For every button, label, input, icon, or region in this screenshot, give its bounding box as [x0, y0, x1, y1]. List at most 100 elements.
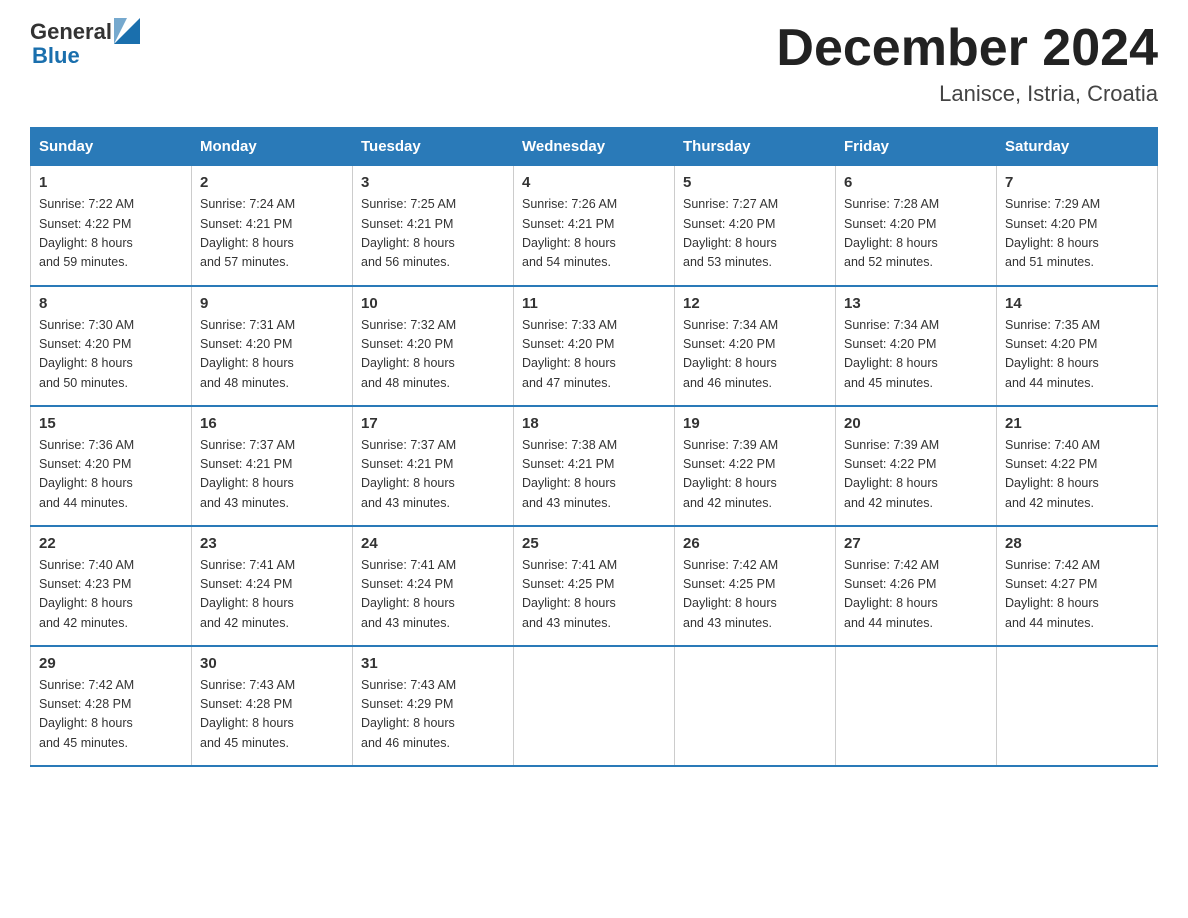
- weekday-header-saturday: Saturday: [997, 128, 1158, 166]
- day-number: 24: [361, 535, 505, 552]
- day-number: 17: [361, 415, 505, 432]
- calendar-cell: 14 Sunrise: 7:35 AM Sunset: 4:20 PM Dayl…: [997, 286, 1158, 406]
- day-info: Sunrise: 7:42 AM Sunset: 4:26 PM Dayligh…: [844, 556, 988, 634]
- day-info: Sunrise: 7:28 AM Sunset: 4:20 PM Dayligh…: [844, 195, 988, 273]
- day-info: Sunrise: 7:29 AM Sunset: 4:20 PM Dayligh…: [1005, 195, 1149, 273]
- calendar-cell: 18 Sunrise: 7:38 AM Sunset: 4:21 PM Dayl…: [514, 406, 675, 526]
- calendar-cell: [836, 646, 997, 766]
- calendar-cell: [997, 646, 1158, 766]
- location-subtitle: Lanisce, Istria, Croatia: [776, 81, 1158, 107]
- calendar-cell: 26 Sunrise: 7:42 AM Sunset: 4:25 PM Dayl…: [675, 526, 836, 646]
- logo-blue-text: Blue: [32, 44, 140, 68]
- weekday-header-friday: Friday: [836, 128, 997, 166]
- day-number: 3: [361, 174, 505, 191]
- calendar-cell: 5 Sunrise: 7:27 AM Sunset: 4:20 PM Dayli…: [675, 166, 836, 286]
- day-number: 19: [683, 415, 827, 432]
- day-info: Sunrise: 7:40 AM Sunset: 4:22 PM Dayligh…: [1005, 436, 1149, 514]
- day-info: Sunrise: 7:36 AM Sunset: 4:20 PM Dayligh…: [39, 436, 183, 514]
- day-info: Sunrise: 7:27 AM Sunset: 4:20 PM Dayligh…: [683, 195, 827, 273]
- calendar-table: SundayMondayTuesdayWednesdayThursdayFrid…: [30, 127, 1158, 767]
- day-info: Sunrise: 7:37 AM Sunset: 4:21 PM Dayligh…: [361, 436, 505, 514]
- logo-icon: [114, 18, 140, 44]
- day-info: Sunrise: 7:38 AM Sunset: 4:21 PM Dayligh…: [522, 436, 666, 514]
- calendar-cell: 20 Sunrise: 7:39 AM Sunset: 4:22 PM Dayl…: [836, 406, 997, 526]
- day-info: Sunrise: 7:37 AM Sunset: 4:21 PM Dayligh…: [200, 436, 344, 514]
- day-info: Sunrise: 7:25 AM Sunset: 4:21 PM Dayligh…: [361, 195, 505, 273]
- day-info: Sunrise: 7:41 AM Sunset: 4:25 PM Dayligh…: [522, 556, 666, 634]
- day-number: 14: [1005, 295, 1149, 312]
- title-block: December 2024 Lanisce, Istria, Croatia: [776, 20, 1158, 107]
- calendar-cell: 19 Sunrise: 7:39 AM Sunset: 4:22 PM Dayl…: [675, 406, 836, 526]
- day-info: Sunrise: 7:34 AM Sunset: 4:20 PM Dayligh…: [844, 316, 988, 394]
- calendar-cell: 8 Sunrise: 7:30 AM Sunset: 4:20 PM Dayli…: [31, 286, 192, 406]
- day-info: Sunrise: 7:43 AM Sunset: 4:28 PM Dayligh…: [200, 676, 344, 754]
- calendar-week-row: 8 Sunrise: 7:30 AM Sunset: 4:20 PM Dayli…: [31, 286, 1158, 406]
- day-number: 6: [844, 174, 988, 191]
- weekday-header-thursday: Thursday: [675, 128, 836, 166]
- day-info: Sunrise: 7:41 AM Sunset: 4:24 PM Dayligh…: [200, 556, 344, 634]
- calendar-cell: 24 Sunrise: 7:41 AM Sunset: 4:24 PM Dayl…: [353, 526, 514, 646]
- calendar-cell: 3 Sunrise: 7:25 AM Sunset: 4:21 PM Dayli…: [353, 166, 514, 286]
- calendar-cell: 27 Sunrise: 7:42 AM Sunset: 4:26 PM Dayl…: [836, 526, 997, 646]
- calendar-cell: [675, 646, 836, 766]
- weekday-header-sunday: Sunday: [31, 128, 192, 166]
- logo-general-text: General: [30, 20, 112, 44]
- calendar-cell: [514, 646, 675, 766]
- day-number: 8: [39, 295, 183, 312]
- day-info: Sunrise: 7:41 AM Sunset: 4:24 PM Dayligh…: [361, 556, 505, 634]
- day-number: 22: [39, 535, 183, 552]
- day-number: 30: [200, 655, 344, 672]
- calendar-week-row: 1 Sunrise: 7:22 AM Sunset: 4:22 PM Dayli…: [31, 166, 1158, 286]
- day-number: 29: [39, 655, 183, 672]
- day-number: 11: [522, 295, 666, 312]
- day-info: Sunrise: 7:32 AM Sunset: 4:20 PM Dayligh…: [361, 316, 505, 394]
- day-info: Sunrise: 7:40 AM Sunset: 4:23 PM Dayligh…: [39, 556, 183, 634]
- calendar-cell: 29 Sunrise: 7:42 AM Sunset: 4:28 PM Dayl…: [31, 646, 192, 766]
- day-info: Sunrise: 7:31 AM Sunset: 4:20 PM Dayligh…: [200, 316, 344, 394]
- calendar-cell: 4 Sunrise: 7:26 AM Sunset: 4:21 PM Dayli…: [514, 166, 675, 286]
- weekday-header-tuesday: Tuesday: [353, 128, 514, 166]
- calendar-cell: 11 Sunrise: 7:33 AM Sunset: 4:20 PM Dayl…: [514, 286, 675, 406]
- day-number: 23: [200, 535, 344, 552]
- day-number: 1: [39, 174, 183, 191]
- day-info: Sunrise: 7:35 AM Sunset: 4:20 PM Dayligh…: [1005, 316, 1149, 394]
- calendar-cell: 23 Sunrise: 7:41 AM Sunset: 4:24 PM Dayl…: [192, 526, 353, 646]
- page-header: General Blue December 2024 Lanisce, Istr…: [30, 20, 1158, 107]
- calendar-cell: 25 Sunrise: 7:41 AM Sunset: 4:25 PM Dayl…: [514, 526, 675, 646]
- calendar-cell: 2 Sunrise: 7:24 AM Sunset: 4:21 PM Dayli…: [192, 166, 353, 286]
- day-info: Sunrise: 7:42 AM Sunset: 4:28 PM Dayligh…: [39, 676, 183, 754]
- day-number: 15: [39, 415, 183, 432]
- day-info: Sunrise: 7:33 AM Sunset: 4:20 PM Dayligh…: [522, 316, 666, 394]
- calendar-cell: 15 Sunrise: 7:36 AM Sunset: 4:20 PM Dayl…: [31, 406, 192, 526]
- day-number: 13: [844, 295, 988, 312]
- weekday-header-row: SundayMondayTuesdayWednesdayThursdayFrid…: [31, 128, 1158, 166]
- calendar-cell: 7 Sunrise: 7:29 AM Sunset: 4:20 PM Dayli…: [997, 166, 1158, 286]
- day-number: 5: [683, 174, 827, 191]
- day-number: 12: [683, 295, 827, 312]
- weekday-header-monday: Monday: [192, 128, 353, 166]
- day-number: 10: [361, 295, 505, 312]
- calendar-week-row: 22 Sunrise: 7:40 AM Sunset: 4:23 PM Dayl…: [31, 526, 1158, 646]
- day-number: 21: [1005, 415, 1149, 432]
- calendar-cell: 30 Sunrise: 7:43 AM Sunset: 4:28 PM Dayl…: [192, 646, 353, 766]
- day-info: Sunrise: 7:22 AM Sunset: 4:22 PM Dayligh…: [39, 195, 183, 273]
- day-number: 26: [683, 535, 827, 552]
- day-number: 9: [200, 295, 344, 312]
- day-number: 4: [522, 174, 666, 191]
- weekday-header-wednesday: Wednesday: [514, 128, 675, 166]
- day-info: Sunrise: 7:26 AM Sunset: 4:21 PM Dayligh…: [522, 195, 666, 273]
- calendar-cell: 12 Sunrise: 7:34 AM Sunset: 4:20 PM Dayl…: [675, 286, 836, 406]
- calendar-cell: 13 Sunrise: 7:34 AM Sunset: 4:20 PM Dayl…: [836, 286, 997, 406]
- month-title: December 2024: [776, 20, 1158, 77]
- day-number: 2: [200, 174, 344, 191]
- day-number: 27: [844, 535, 988, 552]
- calendar-cell: 1 Sunrise: 7:22 AM Sunset: 4:22 PM Dayli…: [31, 166, 192, 286]
- logo: General Blue: [30, 20, 140, 68]
- day-number: 7: [1005, 174, 1149, 191]
- day-number: 16: [200, 415, 344, 432]
- day-info: Sunrise: 7:42 AM Sunset: 4:27 PM Dayligh…: [1005, 556, 1149, 634]
- day-info: Sunrise: 7:30 AM Sunset: 4:20 PM Dayligh…: [39, 316, 183, 394]
- day-info: Sunrise: 7:24 AM Sunset: 4:21 PM Dayligh…: [200, 195, 344, 273]
- calendar-cell: 21 Sunrise: 7:40 AM Sunset: 4:22 PM Dayl…: [997, 406, 1158, 526]
- day-number: 28: [1005, 535, 1149, 552]
